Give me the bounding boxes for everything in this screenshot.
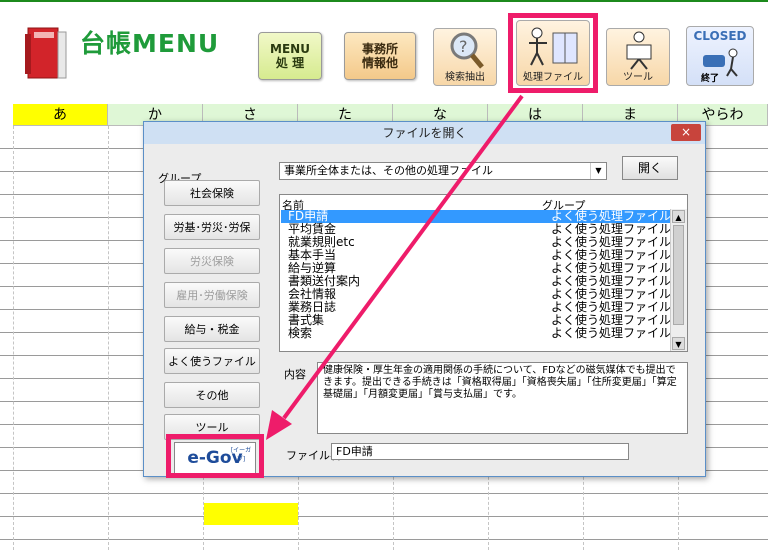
annotation-arrow-icon xyxy=(266,94,524,440)
